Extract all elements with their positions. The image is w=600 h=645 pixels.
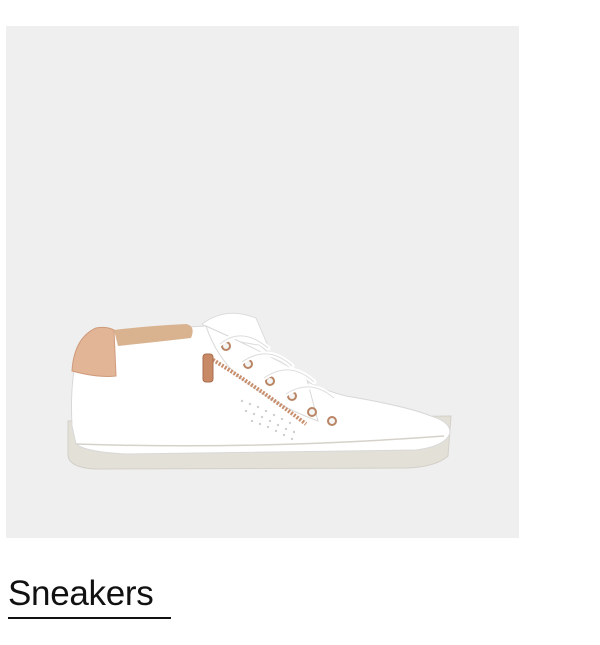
category-underline — [8, 617, 171, 619]
sneaker-illustration — [67, 312, 452, 470]
sneaker-heel-tab — [71, 326, 117, 377]
category-link-sneakers[interactable]: Sneakers — [8, 574, 154, 614]
product-category-card[interactable]: Sneakers — [0, 0, 600, 645]
zipper-pull-icon — [202, 353, 214, 383]
sneaker-image[interactable] — [6, 26, 519, 538]
